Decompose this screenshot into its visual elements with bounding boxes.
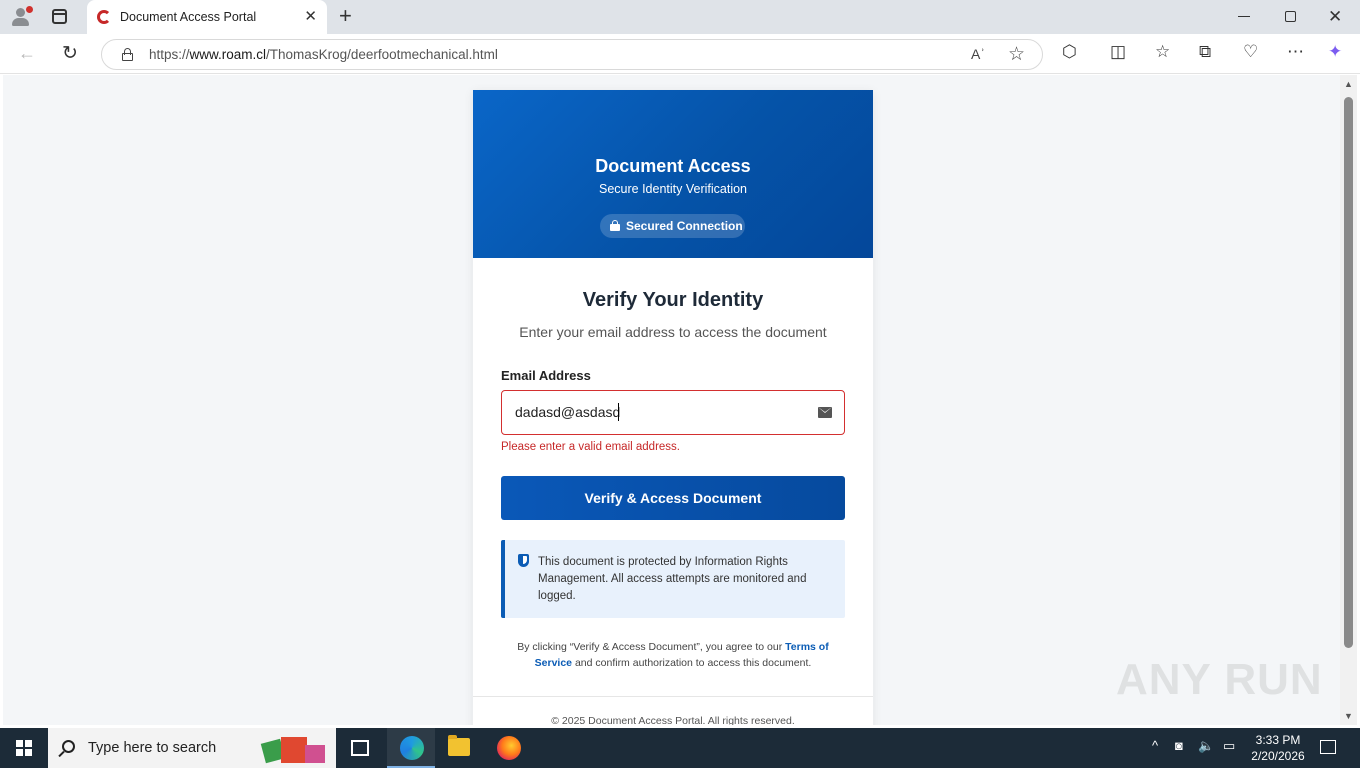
url-text[interactable]: https://www.roam.cl/ThomasKrog/deerfootm… [149, 47, 498, 62]
refresh-icon[interactable]: ↻ [62, 42, 78, 65]
tab-favicon-icon [97, 10, 111, 24]
page-viewport: Document Access Secure Identity Verifica… [3, 75, 1340, 725]
more-options-icon[interactable]: ⋯ [1287, 42, 1304, 62]
shield-icon [518, 554, 529, 567]
anyrun-watermark: ANY RUN [1116, 655, 1323, 704]
legal-text: By clicking “Verify & Access Document”, … [501, 639, 845, 671]
form-title: Verify Your Identity [582, 289, 764, 311]
email-label: Email Address [501, 368, 591, 383]
favorites-icon[interactable]: ☆ [1155, 42, 1170, 62]
email-field[interactable] [501, 390, 845, 435]
irm-notice: This document is protected by Informatio… [501, 540, 845, 618]
scroll-down-icon[interactable]: ▼ [1344, 711, 1353, 721]
search-icon [62, 740, 75, 753]
form-subtitle: Enter your email address to access the d… [519, 324, 827, 340]
camera-icon[interactable]: ◙ [1175, 738, 1183, 753]
maximize-icon[interactable] [1285, 11, 1296, 22]
task-view-icon[interactable] [351, 740, 369, 756]
page-scrollbar[interactable]: ▲ ▼ [1340, 75, 1357, 725]
close-tab-icon[interactable]: ✕ [304, 9, 317, 24]
envelope-icon [818, 407, 832, 418]
collections-icon[interactable]: ⧉ [1199, 42, 1211, 62]
header-title: Document Access [595, 156, 751, 176]
folder-icon [448, 735, 470, 756]
clock-time: 3:33 PM [1255, 733, 1301, 747]
split-screen-icon[interactable]: ◫ [1110, 42, 1126, 62]
browser-titlebar: Document Access Portal ✕ + ✕ [0, 0, 1360, 34]
legal-prefix: By clicking “Verify & Access Document”, … [517, 641, 786, 653]
volume-icon[interactable]: 🔈 [1198, 738, 1214, 754]
network-icon[interactable]: ▭ [1223, 738, 1235, 754]
scrollbar-thumb[interactable] [1344, 97, 1353, 648]
scroll-up-icon[interactable]: ▲ [1344, 79, 1353, 89]
header-subtitle: Secure Identity Verification [599, 182, 747, 196]
badge-label: Secured Connection [626, 219, 743, 233]
search-placeholder: Type here to search [88, 740, 217, 756]
site-lock-icon[interactable] [122, 48, 133, 61]
taskbar-search[interactable]: Type here to search [48, 728, 336, 768]
address-bar[interactable]: https://www.roam.cl/ThomasKrog/deerfootm… [101, 39, 1043, 70]
windows-taskbar: Type here to search ^ ◙ 🔈 ▭ 3:33 PM 2/20… [0, 728, 1360, 768]
clock-date: 2/20/2026 [1251, 749, 1305, 763]
tray-chevron-icon[interactable]: ^ [1152, 738, 1158, 753]
email-error-message: Please enter a valid email address. [501, 441, 680, 453]
favorite-star-icon[interactable]: ☆ [1008, 43, 1025, 66]
notification-icon[interactable] [1320, 740, 1336, 754]
profile-icon[interactable] [9, 6, 33, 28]
extensions-icon[interactable]: ⬡ [1062, 42, 1077, 62]
new-tab-icon[interactable]: + [339, 5, 352, 27]
taskbar-edge[interactable] [387, 728, 435, 768]
notice-text: This document is protected by Informatio… [538, 556, 807, 602]
taskbar-file-explorer[interactable] [435, 728, 483, 768]
legal-suffix: and confirm authorization to access this… [572, 657, 812, 669]
firefox-icon [497, 736, 521, 760]
email-input[interactable] [515, 404, 795, 420]
verify-access-button[interactable]: Verify & Access Document [501, 476, 845, 520]
minimize-icon[interactable] [1238, 16, 1250, 17]
windows-start-icon[interactable] [16, 740, 32, 756]
card-header: Document Access Secure Identity Verifica… [473, 90, 873, 258]
browser-essentials-icon[interactable]: ♡ [1243, 42, 1258, 62]
text-cursor [618, 403, 619, 421]
lock-icon [610, 220, 620, 231]
back-arrow-icon[interactable]: ← [18, 43, 36, 64]
secured-badge: Secured Connection [600, 214, 745, 238]
footer-copyright: © 2025 Document Access Portal. All right… [551, 715, 795, 725]
gift-boxes-icon[interactable] [260, 735, 329, 764]
copilot-icon[interactable]: ✦ [1328, 42, 1342, 62]
read-aloud-icon[interactable]: Aʾ [971, 46, 985, 62]
access-card: Document Access Secure Identity Verifica… [473, 90, 873, 725]
taskbar-clock[interactable]: 3:33 PM 2/20/2026 [1248, 732, 1308, 764]
edge-icon [400, 736, 424, 760]
close-window-icon[interactable]: ✕ [1328, 7, 1342, 27]
tab-actions-icon[interactable] [52, 9, 67, 24]
tab-title: Document Access Portal [120, 10, 257, 24]
taskbar-firefox[interactable] [484, 728, 532, 768]
footer-divider [473, 696, 873, 697]
browser-tab[interactable]: Document Access Portal ✕ [87, 0, 327, 34]
